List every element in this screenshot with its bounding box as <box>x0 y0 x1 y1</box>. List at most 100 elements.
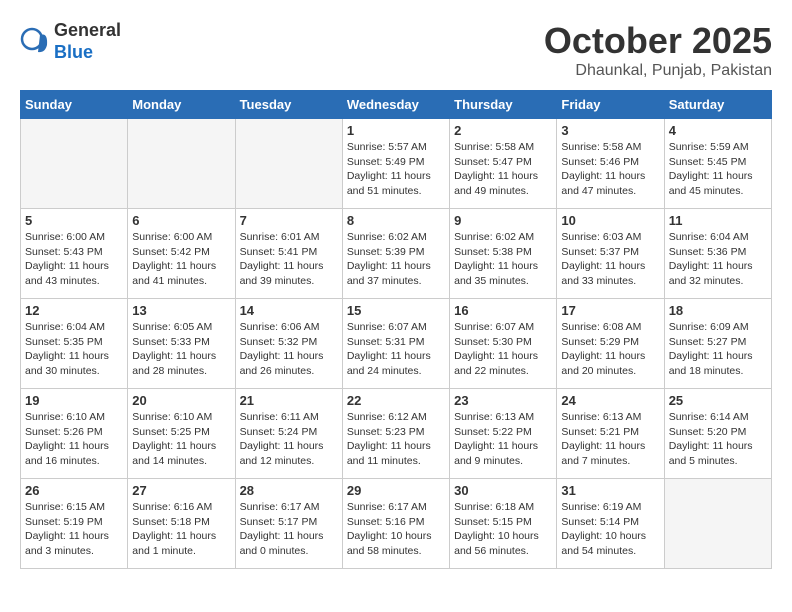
weekday-header-wednesday: Wednesday <box>342 91 449 119</box>
calendar-cell: 23 Sunrise: 6:13 AMSunset: 5:22 PMDayligh… <box>450 389 557 479</box>
day-info: Sunrise: 6:01 AMSunset: 5:41 PMDaylight:… <box>240 230 338 289</box>
location: Dhaunkal, Punjab, Pakistan <box>544 62 772 80</box>
calendar-cell: 7 Sunrise: 6:01 AMSunset: 5:41 PMDaylight… <box>235 209 342 299</box>
day-info: Sunrise: 6:17 AMSunset: 5:17 PMDaylight:… <box>240 500 338 559</box>
logo-text: General Blue <box>54 20 121 63</box>
calendar-cell: 24 Sunrise: 6:13 AMSunset: 5:21 PMDayligh… <box>557 389 664 479</box>
logo-icon <box>20 27 50 57</box>
day-number: 10 <box>561 213 659 228</box>
day-number: 28 <box>240 483 338 498</box>
day-number: 3 <box>561 123 659 138</box>
calendar-cell: 5Sunrise: 6:00 AMSunset: 5:43 PMDaylight… <box>21 209 128 299</box>
day-number: 7 <box>240 213 338 228</box>
calendar-table: SundayMondayTuesdayWednesdayThursdayFrid… <box>20 90 772 569</box>
day-info: Sunrise: 6:07 AMSunset: 5:31 PMDaylight:… <box>347 320 445 379</box>
calendar-cell: 13 Sunrise: 6:05 AMSunset: 5:33 PMDayligh… <box>128 299 235 389</box>
calendar-cell: 4 Sunrise: 5:59 AMSunset: 5:45 PMDaylight… <box>664 119 771 209</box>
calendar-cell <box>128 119 235 209</box>
day-info: Sunrise: 5:59 AMSunset: 5:45 PMDaylight:… <box>669 140 767 199</box>
day-number: 26 <box>25 483 123 498</box>
calendar-cell: 29 Sunrise: 6:17 AMSunset: 5:16 PMDayligh… <box>342 479 449 569</box>
calendar-cell: 14 Sunrise: 6:06 AMSunset: 5:32 PMDayligh… <box>235 299 342 389</box>
day-number: 15 <box>347 303 445 318</box>
day-number: 18 <box>669 303 767 318</box>
day-number: 24 <box>561 393 659 408</box>
day-info: Sunrise: 6:09 AMSunset: 5:27 PMDaylight:… <box>669 320 767 379</box>
day-number: 8 <box>347 213 445 228</box>
day-number: 6 <box>132 213 230 228</box>
calendar-cell <box>21 119 128 209</box>
calendar-cell <box>235 119 342 209</box>
weekday-header-friday: Friday <box>557 91 664 119</box>
day-info: Sunrise: 6:10 AMSunset: 5:26 PMDaylight:… <box>25 410 123 469</box>
calendar-cell: 3 Sunrise: 5:58 AMSunset: 5:46 PMDaylight… <box>557 119 664 209</box>
day-number: 22 <box>347 393 445 408</box>
calendar-cell: 21Sunrise: 6:11 AMSunset: 5:24 PMDayligh… <box>235 389 342 479</box>
calendar-cell: 18 Sunrise: 6:09 AMSunset: 5:27 PMDayligh… <box>664 299 771 389</box>
calendar-week-3: 19Sunrise: 6:10 AMSunset: 5:26 PMDayligh… <box>21 389 772 479</box>
calendar-cell: 30Sunrise: 6:18 AMSunset: 5:15 PMDayligh… <box>450 479 557 569</box>
day-number: 2 <box>454 123 552 138</box>
day-info: Sunrise: 6:04 AMSunset: 5:35 PMDaylight:… <box>25 320 123 379</box>
day-info: Sunrise: 6:10 AMSunset: 5:25 PMDaylight:… <box>132 410 230 469</box>
calendar-cell: 19Sunrise: 6:10 AMSunset: 5:26 PMDayligh… <box>21 389 128 479</box>
day-info: Sunrise: 6:13 AMSunset: 5:21 PMDaylight:… <box>561 410 659 469</box>
day-info: Sunrise: 6:06 AMSunset: 5:32 PMDaylight:… <box>240 320 338 379</box>
weekday-header-row: SundayMondayTuesdayWednesdayThursdayFrid… <box>21 91 772 119</box>
day-info: Sunrise: 6:08 AMSunset: 5:29 PMDaylight:… <box>561 320 659 379</box>
day-number: 27 <box>132 483 230 498</box>
day-number: 29 <box>347 483 445 498</box>
day-info: Sunrise: 6:17 AMSunset: 5:16 PMDaylight:… <box>347 500 445 559</box>
calendar-cell: 10Sunrise: 6:03 AMSunset: 5:37 PMDayligh… <box>557 209 664 299</box>
day-number: 20 <box>132 393 230 408</box>
day-info: Sunrise: 6:00 AMSunset: 5:42 PMDaylight:… <box>132 230 230 289</box>
day-info: Sunrise: 6:16 AMSunset: 5:18 PMDaylight:… <box>132 500 230 559</box>
day-info: Sunrise: 6:12 AMSunset: 5:23 PMDaylight:… <box>347 410 445 469</box>
logo: General Blue <box>20 20 121 63</box>
day-info: Sunrise: 6:04 AMSunset: 5:36 PMDaylight:… <box>669 230 767 289</box>
calendar-cell: 17 Sunrise: 6:08 AMSunset: 5:29 PMDayligh… <box>557 299 664 389</box>
day-info: Sunrise: 6:15 AMSunset: 5:19 PMDaylight:… <box>25 500 123 559</box>
calendar-cell: 16 Sunrise: 6:07 AMSunset: 5:30 PMDayligh… <box>450 299 557 389</box>
day-number: 23 <box>454 393 552 408</box>
day-number: 21 <box>240 393 338 408</box>
day-info: Sunrise: 6:07 AMSunset: 5:30 PMDaylight:… <box>454 320 552 379</box>
day-number: 25 <box>669 393 767 408</box>
calendar-cell: 1Sunrise: 5:57 AMSunset: 5:49 PMDaylight… <box>342 119 449 209</box>
weekday-header-sunday: Sunday <box>21 91 128 119</box>
day-info: Sunrise: 6:02 AMSunset: 5:38 PMDaylight:… <box>454 230 552 289</box>
day-number: 4 <box>669 123 767 138</box>
calendar-cell: 11 Sunrise: 6:04 AMSunset: 5:36 PMDayligh… <box>664 209 771 299</box>
calendar-week-4: 26 Sunrise: 6:15 AMSunset: 5:19 PMDayligh… <box>21 479 772 569</box>
day-number: 31 <box>561 483 659 498</box>
month-title: October 2025 <box>544 20 772 62</box>
calendar-cell: 31Sunrise: 6:19 AMSunset: 5:14 PMDayligh… <box>557 479 664 569</box>
day-number: 11 <box>669 213 767 228</box>
day-number: 13 <box>132 303 230 318</box>
day-info: Sunrise: 6:13 AMSunset: 5:22 PMDaylight:… <box>454 410 552 469</box>
weekday-header-thursday: Thursday <box>450 91 557 119</box>
day-info: Sunrise: 6:02 AMSunset: 5:39 PMDaylight:… <box>347 230 445 289</box>
day-number: 14 <box>240 303 338 318</box>
day-number: 17 <box>561 303 659 318</box>
page-header: General Blue October 2025 Dhaunkal, Punj… <box>20 20 772 80</box>
day-info: Sunrise: 6:14 AMSunset: 5:20 PMDaylight:… <box>669 410 767 469</box>
day-number: 30 <box>454 483 552 498</box>
calendar-cell: 8 Sunrise: 6:02 AMSunset: 5:39 PMDaylight… <box>342 209 449 299</box>
weekday-header-saturday: Saturday <box>664 91 771 119</box>
day-info: Sunrise: 5:58 AMSunset: 5:46 PMDaylight:… <box>561 140 659 199</box>
calendar-week-1: 5Sunrise: 6:00 AMSunset: 5:43 PMDaylight… <box>21 209 772 299</box>
day-number: 1 <box>347 123 445 138</box>
calendar-cell: 27 Sunrise: 6:16 AMSunset: 5:18 PMDayligh… <box>128 479 235 569</box>
calendar-cell: 6 Sunrise: 6:00 AMSunset: 5:42 PMDaylight… <box>128 209 235 299</box>
calendar-cell: 28 Sunrise: 6:17 AMSunset: 5:17 PMDayligh… <box>235 479 342 569</box>
calendar-week-0: 1Sunrise: 5:57 AMSunset: 5:49 PMDaylight… <box>21 119 772 209</box>
calendar-cell: 12 Sunrise: 6:04 AMSunset: 5:35 PMDayligh… <box>21 299 128 389</box>
calendar-week-2: 12 Sunrise: 6:04 AMSunset: 5:35 PMDayligh… <box>21 299 772 389</box>
weekday-header-monday: Monday <box>128 91 235 119</box>
day-number: 12 <box>25 303 123 318</box>
day-info: Sunrise: 6:05 AMSunset: 5:33 PMDaylight:… <box>132 320 230 379</box>
calendar-cell: 20 Sunrise: 6:10 AMSunset: 5:25 PMDayligh… <box>128 389 235 479</box>
day-number: 16 <box>454 303 552 318</box>
calendar-cell: 22 Sunrise: 6:12 AMSunset: 5:23 PMDayligh… <box>342 389 449 479</box>
